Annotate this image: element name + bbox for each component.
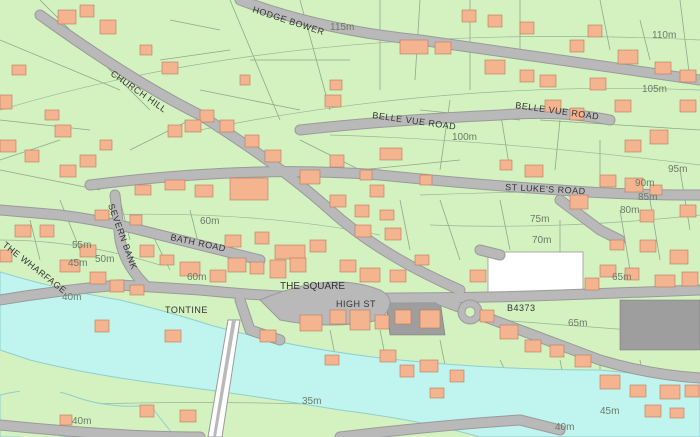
contour-110: 110m [652, 30, 676, 41]
map-canvas: HODGE BOWER CHURCH HILL BELLE VUE ROAD B… [0, 0, 700, 437]
contour-65-south: 65m [568, 318, 587, 329]
contour-40-west: 40m [62, 292, 81, 303]
contour-55: 55m [72, 240, 91, 251]
contour-105: 105m [642, 84, 667, 95]
contour-40-east: 40m [555, 422, 574, 433]
contour-100: 100m [452, 132, 477, 143]
contour-35: 35m [302, 396, 321, 407]
contour-90: 90m [635, 178, 654, 189]
contour-80: 80m [620, 205, 639, 216]
contour-45-west: 45m [68, 258, 87, 269]
label-st-lukes-road: ST LUKE'S ROAD [505, 182, 586, 196]
label-tontine: TONTINE [165, 305, 208, 315]
contour-115: 115m [330, 22, 354, 33]
roundabout [457, 299, 483, 325]
contour-60: 60m [200, 216, 219, 227]
label-b4373: B4373 [507, 303, 536, 313]
contour-45-east: 45m [600, 406, 619, 417]
contour-95: 95m [668, 164, 687, 175]
contour-50: 50m [95, 254, 114, 265]
contour-65-east: 65m [612, 272, 631, 283]
contour-40-southwest: 40m [72, 416, 91, 427]
contour-70: 70m [532, 235, 551, 246]
car-park [619, 299, 700, 351]
label-bath-road: BATH ROAD [170, 232, 227, 253]
contour-75: 75m [530, 214, 549, 225]
label-the-square: THE SQUARE [280, 281, 345, 292]
contour-85: 85m [638, 192, 657, 203]
contour-60-town: 60m [187, 272, 206, 283]
map-view[interactable]: HODGE BOWER CHURCH HILL BELLE VUE ROAD B… [0, 0, 700, 437]
label-high-st: HIGH ST [336, 299, 376, 309]
